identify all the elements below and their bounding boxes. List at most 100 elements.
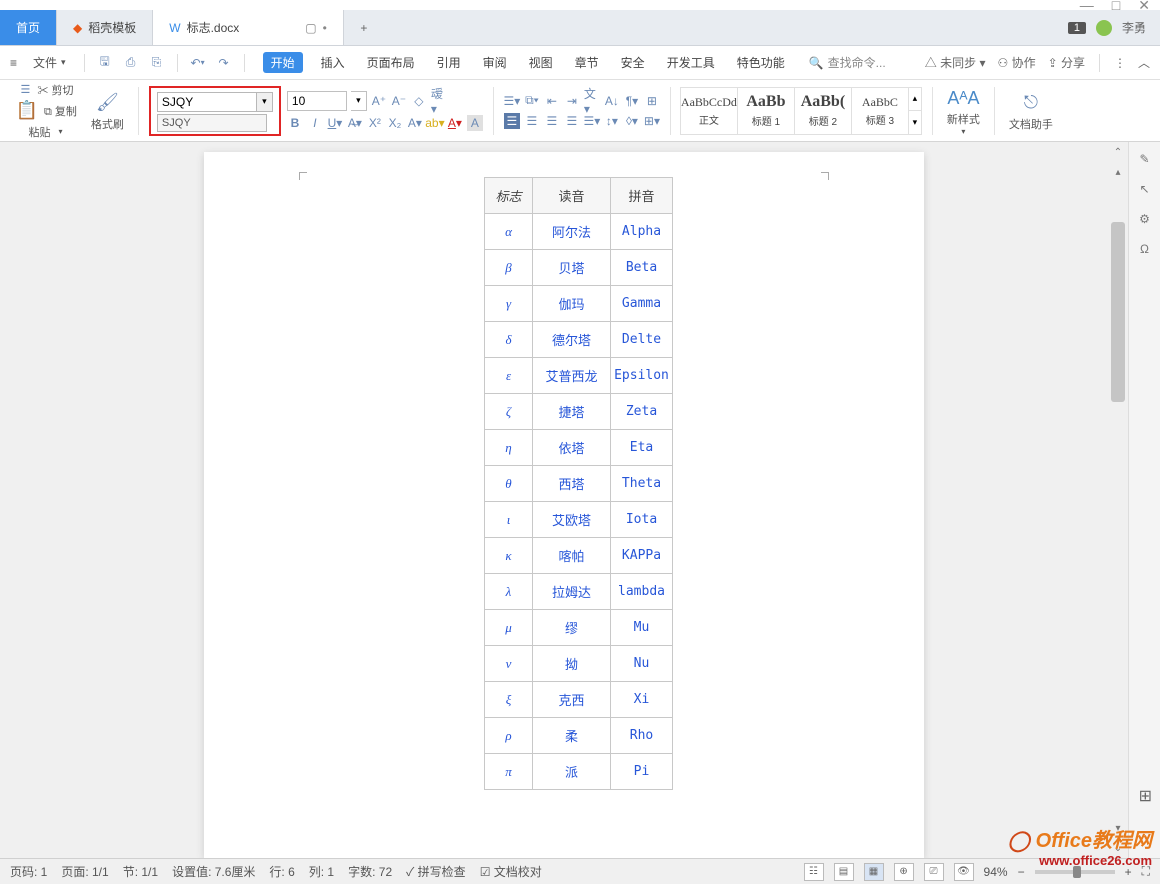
align-justify-icon[interactable]: ☰ — [564, 113, 580, 129]
table-row[interactable]: β贝塔Beta — [485, 250, 673, 286]
cell-pinyin[interactable]: Zeta — [611, 394, 673, 430]
tab-menu-icon[interactable]: • — [323, 21, 327, 35]
user-avatar[interactable] — [1096, 20, 1112, 36]
distribute-icon[interactable]: ☰▾ — [584, 113, 600, 129]
font-color-icon[interactable]: A▾ — [447, 115, 463, 131]
zoom-label[interactable]: 94% — [984, 865, 1008, 879]
status-row[interactable]: 行: 6 — [269, 863, 294, 880]
omega-tool-icon[interactable]: Ω — [1140, 242, 1149, 256]
style-scroll-up[interactable]: ▴ — [909, 88, 921, 111]
style-h2[interactable]: AaBb(标题 2 — [794, 87, 852, 135]
table-row[interactable]: π派Pi — [485, 754, 673, 790]
italic-icon[interactable]: I — [307, 115, 323, 131]
cell-pinyin[interactable]: Xi — [611, 682, 673, 718]
undo-icon[interactable]: ↶▾ — [190, 55, 206, 71]
scroll-prev-icon[interactable]: ⌃ — [1109, 142, 1127, 162]
table-row[interactable]: η依塔Eta — [485, 430, 673, 466]
redo-icon[interactable]: ↷ — [216, 55, 232, 71]
cell-reading[interactable]: 克西 — [533, 682, 611, 718]
numbering-icon[interactable]: ⧉▾ — [524, 93, 540, 109]
paste-icon[interactable]: 📋 — [14, 98, 40, 124]
paste-label[interactable]: 粘贴 — [28, 124, 50, 140]
menu-special[interactable]: 特色功能 — [733, 52, 789, 73]
cell-pinyin[interactable]: Alpha — [611, 214, 673, 250]
save-icon[interactable]: 🖫 — [97, 55, 113, 71]
status-col[interactable]: 列: 1 — [309, 863, 334, 880]
align-right-icon[interactable]: ☰ — [544, 113, 560, 129]
style-gallery[interactable]: AaBbCcDd正文 AaBb标题 1 AaBb(标题 2 AaBbC标题 3 … — [681, 87, 922, 135]
doc-helper-label[interactable]: 文档助手 — [1009, 116, 1053, 132]
presentation-mode-icon[interactable]: ▢ — [305, 21, 316, 35]
decrease-font-icon[interactable]: A⁻ — [391, 93, 407, 109]
cell-symbol[interactable]: ε — [485, 358, 533, 394]
scroll-next-icon[interactable]: ⌄ — [1109, 838, 1127, 858]
menu-layout[interactable]: 页面布局 — [363, 52, 419, 73]
font-size-input[interactable] — [287, 91, 347, 111]
new-style-icon[interactable]: AᴬA — [950, 85, 976, 111]
cell-symbol[interactable]: θ — [485, 466, 533, 502]
tab-document[interactable]: W 标志.docx ▢ • — [153, 10, 344, 45]
table-row[interactable]: ι艾欧塔Iota — [485, 502, 673, 538]
zoom-slider[interactable] — [1035, 870, 1115, 874]
table-row[interactable]: κ喀帕KAPPa — [485, 538, 673, 574]
highlight-icon[interactable]: ab▾ — [427, 115, 443, 131]
cell-symbol[interactable]: ρ — [485, 718, 533, 754]
cell-reading[interactable]: 喀帕 — [533, 538, 611, 574]
table-border-icon[interactable]: ⊞ — [644, 93, 660, 109]
menu-start[interactable]: 开始 — [263, 52, 303, 73]
align-center-icon[interactable]: ☰ — [524, 113, 540, 129]
menu-chapter[interactable]: 章节 — [571, 52, 603, 73]
scroll-down-icon[interactable]: ▾ — [1109, 818, 1127, 838]
table-row[interactable]: ν拗Nu — [485, 646, 673, 682]
copy-button[interactable]: ⧉ 复制 — [44, 103, 77, 119]
increase-indent-icon[interactable]: ⇥ — [564, 93, 580, 109]
apps-grid-icon[interactable]: ⊞ — [1139, 786, 1152, 806]
cell-reading[interactable]: 贝塔 — [533, 250, 611, 286]
underline-icon[interactable]: U▾ — [327, 115, 343, 131]
tab-home[interactable]: 首页 — [0, 10, 57, 45]
menu-security[interactable]: 安全 — [617, 52, 649, 73]
fill-color-icon[interactable]: ◊▾ — [624, 113, 640, 129]
style-h1[interactable]: AaBb标题 1 — [737, 87, 795, 135]
table-row[interactable]: ε艾普西龙Epsilon — [485, 358, 673, 394]
table-row[interactable]: δ德尔塔Delte — [485, 322, 673, 358]
cell-symbol[interactable]: π — [485, 754, 533, 790]
cell-pinyin[interactable]: Pi — [611, 754, 673, 790]
status-page-num[interactable]: 页码: 1 — [10, 863, 47, 880]
status-proof[interactable]: ☑ 文档校对 — [480, 863, 542, 880]
cell-pinyin[interactable]: Nu — [611, 646, 673, 682]
status-setval[interactable]: 设置值: 7.6厘米 — [172, 863, 255, 880]
cut-button[interactable]: ✂ 剪切 — [37, 82, 73, 98]
cell-reading[interactable]: 阿尔法 — [533, 214, 611, 250]
cell-pinyin[interactable]: Beta — [611, 250, 673, 286]
cell-symbol[interactable]: κ — [485, 538, 533, 574]
cell-pinyin[interactable]: Rho — [611, 718, 673, 754]
table-row[interactable]: ζ捷塔Zeta — [485, 394, 673, 430]
align-left-icon[interactable]: ☰ — [504, 113, 520, 129]
text-effect-icon[interactable]: A▾ — [407, 115, 423, 131]
style-scroll-down[interactable]: ▾ — [909, 110, 921, 134]
settings-tool-icon[interactable]: ⚙ — [1139, 212, 1150, 226]
cell-symbol[interactable]: η — [485, 430, 533, 466]
scroll-up-icon[interactable]: ▴ — [1109, 162, 1127, 182]
pencil-tool-icon[interactable]: ✎ — [1139, 152, 1149, 166]
menu-insert[interactable]: 插入 — [317, 52, 349, 73]
shading-icon[interactable]: A — [467, 115, 483, 131]
subscript-icon[interactable]: X₂ — [387, 115, 403, 131]
tab-templates[interactable]: ◆ 稻壳模板 — [57, 10, 153, 45]
cell-pinyin[interactable]: KAPPa — [611, 538, 673, 574]
new-tab-button[interactable]: + — [344, 10, 384, 45]
view-read-icon[interactable]: ⎚ — [924, 863, 944, 881]
print-icon[interactable]: ⎙ — [123, 55, 139, 71]
command-search[interactable]: 🔍 查找命令... — [809, 54, 886, 71]
font-name-input[interactable] — [157, 92, 257, 112]
cell-reading[interactable]: 德尔塔 — [533, 322, 611, 358]
table-row[interactable]: α阿尔法Alpha — [485, 214, 673, 250]
cell-symbol[interactable]: γ — [485, 286, 533, 322]
format-painter-icon[interactable]: 🖌 — [94, 90, 120, 116]
cell-symbol[interactable]: λ — [485, 574, 533, 610]
cell-pinyin[interactable]: Mu — [611, 610, 673, 646]
style-body[interactable]: AaBbCcDd正文 — [680, 87, 738, 135]
cell-reading[interactable]: 伽玛 — [533, 286, 611, 322]
cell-reading[interactable]: 捷塔 — [533, 394, 611, 430]
